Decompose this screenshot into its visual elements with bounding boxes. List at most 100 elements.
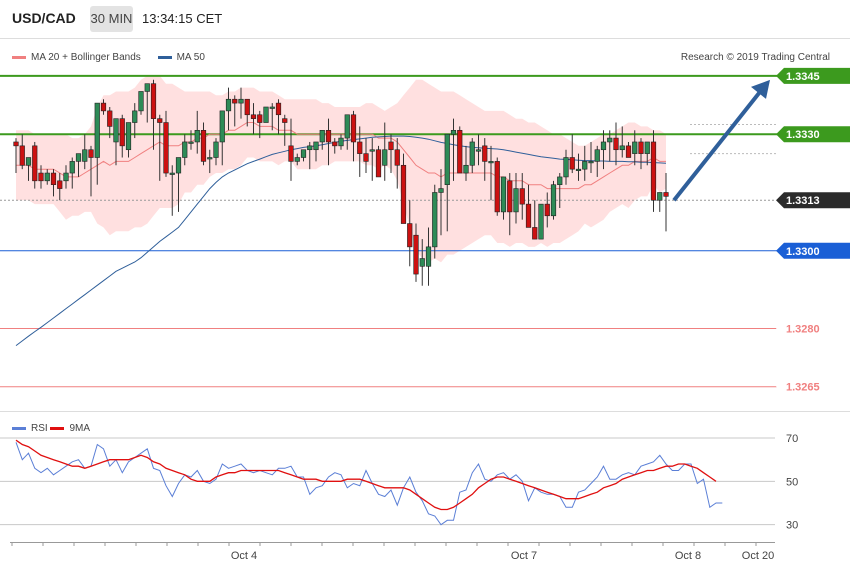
candle-body (244, 98, 250, 116)
candle-body (175, 157, 182, 174)
candle-body (432, 192, 438, 248)
candle-body (38, 172, 44, 182)
candle-body (507, 180, 513, 213)
candle-body (119, 118, 125, 147)
candle-body (163, 122, 169, 174)
legend-rsi-ma-label: 9MA (69, 423, 91, 434)
candle-body (388, 141, 394, 151)
price-legend: MA 20 + Bollinger Bands MA 50 (12, 52, 219, 63)
time-tick-label: Oct 8 (675, 550, 701, 562)
rsi-tick-label-30: 30 (786, 520, 798, 532)
candle-body (194, 130, 200, 143)
rsi-chart[interactable]: 30 50 70 (0, 412, 850, 542)
candle-body (294, 157, 300, 162)
candle-body (150, 83, 157, 119)
candle-body (269, 106, 275, 109)
candle-body (419, 258, 425, 267)
ma50-swatch (157, 55, 172, 59)
candle-body (500, 176, 507, 213)
level-label-1.3313: 1.3313 (786, 195, 820, 207)
rsi-tick-label-70: 70 (786, 433, 798, 445)
forecast-arrow-head (751, 79, 770, 99)
candle-body (238, 98, 244, 104)
price-chart[interactable]: 1.3345 1.3330 1.3313 1.3300 1.3280 1.3265 (0, 39, 850, 412)
candle-body (650, 141, 657, 201)
candle-body (88, 149, 94, 158)
candle-body (519, 188, 525, 205)
candle-body (475, 149, 482, 152)
time-tick-label: Oct 7 (511, 550, 537, 562)
legend-ma50-label: MA 50 (176, 52, 205, 63)
candle-body (582, 161, 588, 170)
candle-body (57, 180, 63, 189)
candle-body (394, 149, 400, 166)
candle-body (125, 122, 132, 151)
candle-body (332, 141, 338, 147)
candle-body (132, 110, 138, 123)
candle-body (82, 149, 88, 162)
candle-body (182, 141, 188, 158)
candle-body (450, 130, 457, 135)
candle-body (44, 172, 50, 182)
candle-body (107, 110, 113, 127)
clock-label: 13:34:15 CET (142, 11, 223, 26)
candle-body (607, 137, 613, 143)
candle-body (575, 168, 582, 171)
candle-body (488, 161, 494, 164)
candle-body (69, 161, 75, 174)
candle-body (313, 141, 319, 151)
candle-body (538, 203, 544, 240)
candle-body (444, 133, 450, 186)
candle-body (400, 164, 407, 224)
candle-body (594, 149, 600, 162)
candle-body (613, 137, 619, 151)
legend-item-bollinger: MA 20 + Bollinger Bands (12, 52, 141, 63)
candle-body (625, 145, 632, 158)
candle-body (457, 130, 463, 174)
timeframe-button[interactable]: 30 MIN (90, 6, 133, 32)
legend-bollinger-label: MA 20 + Bollinger Bands (31, 52, 141, 63)
candle-body (407, 223, 413, 248)
candle-body (219, 110, 225, 143)
candle-body (32, 145, 38, 182)
candle-body (282, 118, 288, 123)
candle-body (469, 141, 475, 166)
candle-body (213, 141, 219, 158)
time-tick-label: Oct 20 (742, 550, 774, 562)
legend-item-ma50: MA 50 (157, 52, 205, 63)
candle-body (525, 203, 532, 228)
candle-body (263, 106, 269, 123)
symbol-label: USD/CAD (12, 10, 76, 26)
level-label-1.3265: 1.3265 (786, 382, 820, 394)
time-axis: Oct 4 Oct 7 Oct 8 Oct 20 (10, 542, 775, 562)
candle-body (275, 102, 282, 116)
candle-body (350, 114, 357, 143)
legend-item-rsi: RSI (12, 423, 48, 434)
candle-body (482, 145, 488, 162)
candle-body (638, 141, 644, 154)
candle-body (569, 157, 575, 170)
candle-body (557, 176, 563, 186)
candle-body (113, 118, 119, 143)
candle-body (325, 130, 332, 143)
candle-body (369, 149, 375, 152)
candle-body (550, 184, 557, 217)
candle-body (425, 246, 432, 267)
level-label-1.3330: 1.3330 (786, 129, 820, 141)
legend-item-rsi-ma: 9MA (50, 423, 90, 434)
chart-header: USD/CAD 30 MIN 13:34:15 CET (0, 0, 850, 38)
candle-body (463, 164, 469, 174)
candle-body (382, 149, 388, 166)
candle-body (207, 157, 213, 160)
candle-body (307, 145, 313, 151)
candle-body (657, 192, 663, 201)
candle-body (157, 118, 163, 123)
candle-body (232, 98, 238, 104)
rsi-legend: RSI 9MA (12, 423, 90, 434)
candle-body (25, 157, 32, 166)
legend-rsi-label: RSI (31, 423, 48, 434)
candle-body (138, 91, 144, 112)
candle-body (288, 145, 294, 162)
rsi-series-9MA (15, 439, 717, 511)
rsi-tick-label-50: 50 (786, 476, 798, 488)
